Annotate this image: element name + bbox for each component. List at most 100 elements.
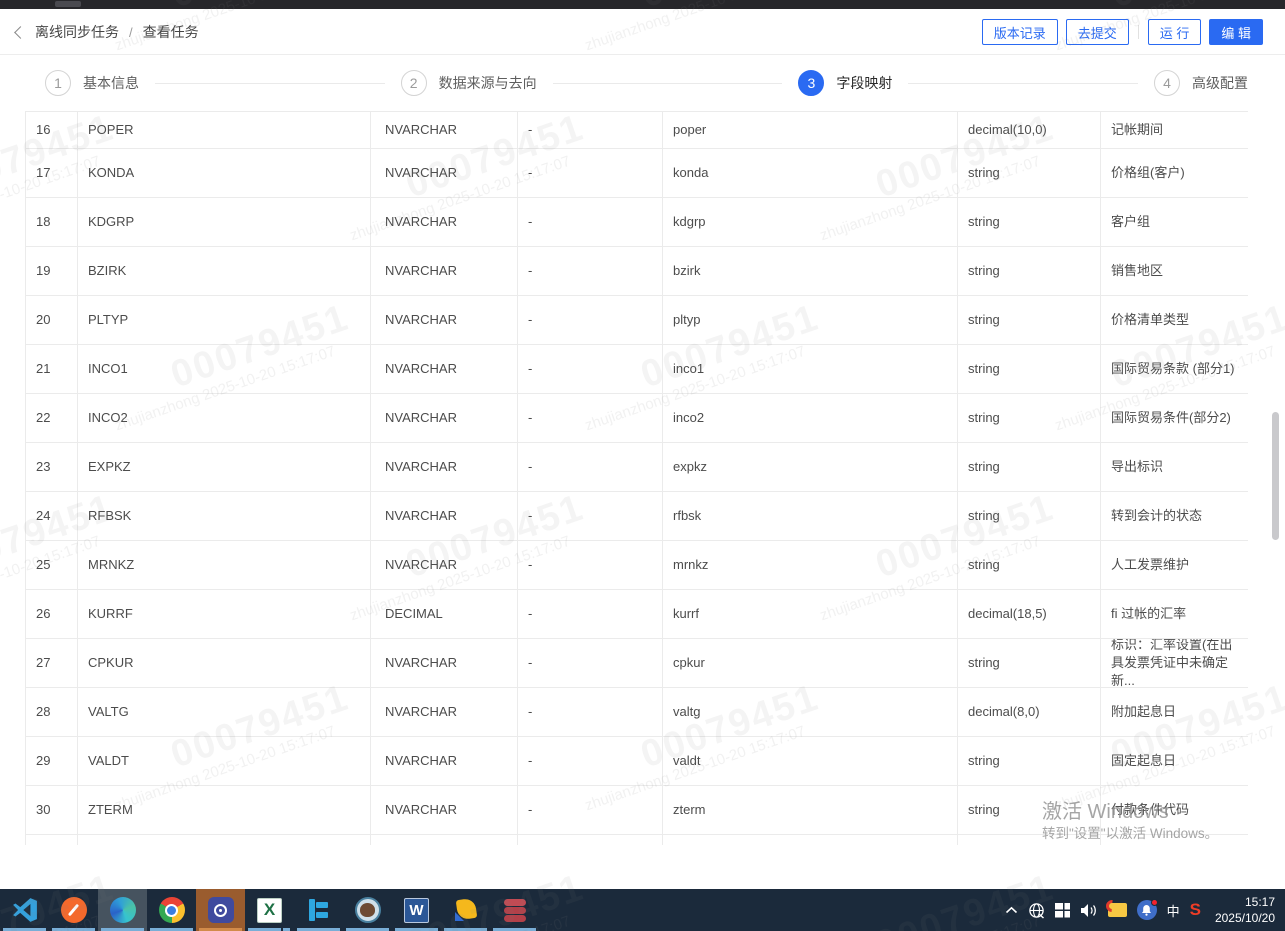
source-field-type: NVARCHAR — [371, 639, 518, 687]
breadcrumb-separator: / — [129, 25, 133, 40]
step-source-target[interactable]: 2 数据来源与去向 — [401, 70, 537, 96]
row-number: 28 — [26, 688, 78, 736]
target-field-name: zterm — [663, 786, 958, 834]
clock-time: 15:17 — [1215, 894, 1275, 910]
run-button[interactable]: 运 行 — [1148, 19, 1202, 45]
source-field-name: POPER — [78, 112, 371, 148]
row-number: 30 — [26, 786, 78, 834]
row-number: 25 — [26, 541, 78, 589]
vertical-scrollbar-thumb[interactable] — [1272, 412, 1279, 540]
table-row: 18 KDGRP NVARCHAR - kdgrp string 客户组 — [25, 198, 1248, 247]
source-field-type: NVARCHAR — [371, 492, 518, 540]
chat-app-icon[interactable] — [196, 889, 245, 931]
source-field-type: NVARCHAR — [371, 296, 518, 344]
header-actions: 版本记录 去提交 运 行 编 辑 — [982, 9, 1263, 55]
word-icon[interactable]: W — [392, 889, 441, 931]
field-description: 标识：汇率设置(在出具发票凭证中未确定新... — [1101, 639, 1248, 687]
dbeaver-icon[interactable] — [343, 889, 392, 931]
hidden-icons-chevron-icon[interactable] — [1005, 906, 1018, 914]
source-field-type: NVARCHAR — [371, 345, 518, 393]
step-basic-info[interactable]: 1 基本信息 — [45, 70, 139, 96]
row-number: 24 — [26, 492, 78, 540]
edge-glyph — [110, 897, 136, 923]
notification-app-icon[interactable] — [1137, 900, 1157, 920]
edit-button[interactable]: 编 辑 — [1209, 19, 1263, 45]
target-field-name: valdt — [663, 737, 958, 785]
ime-language-indicator[interactable]: 中 — [1167, 901, 1180, 920]
database-app-icon[interactable] — [490, 889, 539, 931]
source-field-type: NVARCHAR — [371, 112, 518, 148]
field-description: 记帐期间 — [1101, 112, 1248, 148]
field-mapping-table: 16 POPER NVARCHAR - poper decimal(10,0) … — [25, 111, 1248, 845]
version-history-button[interactable]: 版本记录 — [982, 19, 1058, 45]
breadcrumb-item-view-task: 查看任务 — [143, 22, 199, 42]
yellow-app-glyph — [453, 897, 479, 923]
step-connector — [155, 83, 385, 84]
source-field-name: KURRF — [78, 590, 371, 638]
table-row: 20 PLTYP NVARCHAR - pltyp string 价格清单类型 — [25, 296, 1248, 345]
source-field-extra: - — [518, 639, 663, 687]
field-description: 人工发票维护 — [1101, 541, 1248, 589]
table-row: 27 CPKUR NVARCHAR - cpkur string 标识：汇率设置… — [25, 639, 1248, 688]
dbeaver-glyph — [355, 897, 381, 923]
step-field-mapping[interactable]: 3 字段映射 — [798, 70, 892, 96]
edge-icon[interactable] — [98, 889, 147, 931]
row-number: 23 — [26, 443, 78, 491]
field-description: 转到会计的状态 — [1101, 492, 1248, 540]
row-number: 29 — [26, 737, 78, 785]
row-number: 22 — [26, 394, 78, 442]
target-field-type: string — [958, 786, 1101, 834]
app-grid-icon[interactable] — [1055, 903, 1070, 918]
pen-app-icon[interactable] — [49, 889, 98, 931]
table-row: 17 KONDA NVARCHAR - konda string 价格组(客户) — [25, 149, 1248, 198]
excel-icon[interactable]: X — [245, 889, 294, 931]
table-row: 19 BZIRK NVARCHAR - bzirk string 销售地区 — [25, 247, 1248, 296]
sogou-input-icon[interactable]: S — [1190, 900, 1201, 920]
source-field-extra: - — [518, 112, 663, 148]
blue-f-app-icon[interactable] — [294, 889, 343, 931]
target-field-name: inco1 — [663, 345, 958, 393]
target-field-name: kdgrp — [663, 198, 958, 246]
source-field-name: CPKUR — [78, 639, 371, 687]
source-field-name: KDGRP — [78, 198, 371, 246]
source-field-name: RFBSK — [78, 492, 371, 540]
desktop-screen: 离线同步任务 / 查看任务 版本记录 去提交 运 行 编 辑 1 基本信息 2 … — [0, 0, 1285, 931]
taskbar-clock[interactable]: 15:17 2025/10/20 — [1215, 894, 1275, 926]
source-field-type: NVARCHAR — [371, 394, 518, 442]
breadcrumb-item-tasks[interactable]: 离线同步任务 — [35, 22, 119, 42]
network-globe-icon[interactable] — [1028, 902, 1045, 919]
step-1-circle: 1 — [45, 70, 71, 96]
source-field-name: MRNKZ — [78, 541, 371, 589]
chrome-glyph — [159, 897, 185, 923]
target-field-name: kurrf — [663, 590, 958, 638]
table-row: 30 ZTERM NVARCHAR - zterm string 付款条件代码 — [25, 786, 1248, 835]
source-field-extra: - — [518, 345, 663, 393]
field-description: 价格清单类型 — [1101, 296, 1248, 344]
table-row: 29 VALDT NVARCHAR - valdt string 固定起息日 — [25, 737, 1248, 786]
target-field-type: string — [958, 737, 1101, 785]
back-icon[interactable] — [14, 26, 27, 39]
chrome-icon[interactable] — [147, 889, 196, 931]
table-row-partial — [25, 835, 1248, 845]
pen-app-glyph — [61, 897, 87, 923]
source-field-name: VALTG — [78, 688, 371, 736]
target-field-type: string — [958, 443, 1101, 491]
source-field-extra: - — [518, 443, 663, 491]
windows-taskbar: X W — [0, 889, 1285, 931]
volume-icon[interactable] — [1080, 903, 1098, 918]
submit-button[interactable]: 去提交 — [1066, 19, 1129, 45]
target-field-type: string — [958, 639, 1101, 687]
yellow-app-icon[interactable] — [441, 889, 490, 931]
vscode-icon[interactable] — [0, 889, 49, 931]
taskbar-apps: X W — [0, 889, 539, 931]
actions-divider — [1138, 25, 1139, 39]
foxmail-icon[interactable] — [1108, 903, 1127, 917]
target-field-name: expkz — [663, 443, 958, 491]
target-field-type: string — [958, 492, 1101, 540]
step-advanced-config[interactable]: 4 高级配置 — [1154, 70, 1248, 96]
field-description: 国际贸易条款 (部分1) — [1101, 345, 1248, 393]
window-drag-notch — [55, 1, 81, 7]
source-field-extra: - — [518, 296, 663, 344]
target-field-type: decimal(8,0) — [958, 688, 1101, 736]
target-field-type: string — [958, 247, 1101, 295]
